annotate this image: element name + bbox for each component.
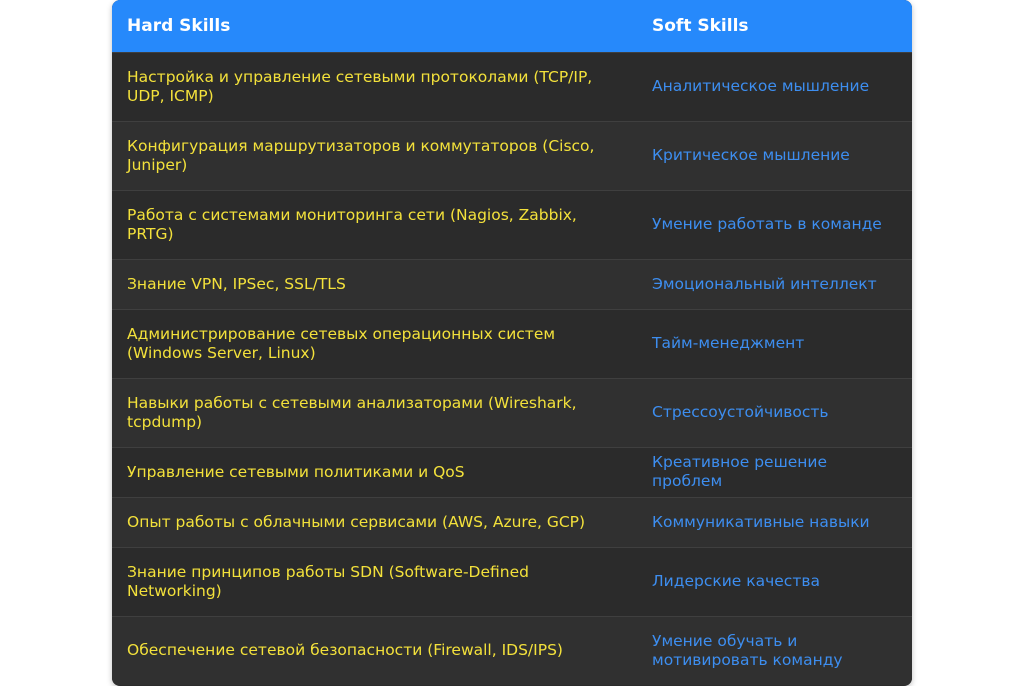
hard-skill-cell: Знание принципов работы SDN (Software-De… [127,562,529,600]
hard-skill-cell: Управление сетевыми политиками и QoS [127,462,465,481]
hard-skill-cell: Работа с системами мониторинга сети (Nag… [127,205,577,243]
table-row: Знание принципов работы SDN (Software-De… [112,547,912,616]
skills-table-card: Hard Skills Soft Skills Настройка и упра… [112,0,912,686]
hard-skill-cell: Настройка и управление сетевыми протокол… [127,67,593,105]
soft-skill-cell: Тайм-менеджмент [652,334,805,352]
soft-skill-cell: Эмоциональный интеллект [652,274,877,293]
soft-skill-cell: Критическое мышление [652,146,850,164]
skills-table: Hard Skills Soft Skills Настройка и упра… [112,0,912,685]
soft-skill-cell: Умение работать в команде [652,215,882,233]
table-row: Настройка и управление сетевыми протокол… [112,52,912,121]
soft-skill-cell: Лидерские качества [652,572,820,590]
table-row: Навыки работы с сетевыми анализаторами (… [112,378,912,447]
table-row: Работа с системами мониторинга сети (Nag… [112,190,912,259]
hard-skill-cell: Навыки работы с сетевыми анализаторами (… [127,393,577,431]
hard-skill-cell: Конфигурация маршрутизаторов и коммутато… [127,136,595,174]
table-row: Обеспечение сетевой безопасности (Firewa… [112,616,912,685]
table-row: Опыт работы с облачными сервисами (AWS, … [112,497,912,547]
soft-skill-cell: Креативное решение проблем [652,453,828,490]
soft-skill-cell: Аналитическое мышление [652,77,870,95]
table-row: Управление сетевыми политиками и QoS Кре… [112,447,912,497]
soft-skills-header: Soft Skills [652,15,749,36]
table-header-row: Hard Skills Soft Skills [112,0,912,52]
hard-skill-cell: Знание VPN, IPSec, SSL/TLS [127,274,346,293]
hard-skill-cell: Обеспечение сетевой безопасности (Firewa… [127,641,563,660]
table-row: Конфигурация маршрутизаторов и коммутато… [112,121,912,190]
hard-skill-cell: Опыт работы с облачными сервисами (AWS, … [127,512,586,531]
soft-skill-cell: Стрессоустойчивость [652,403,829,421]
soft-skill-cell: Коммуникативные навыки [652,512,870,531]
hard-skill-cell: Администрирование сетевых операционных с… [127,324,556,362]
hard-skills-header: Hard Skills [127,15,231,36]
table-row: Администрирование сетевых операционных с… [112,309,912,378]
soft-skill-cell: Умение обучать и мотивировать команду [652,631,843,669]
table-row: Знание VPN, IPSec, SSL/TLS Эмоциональный… [112,259,912,309]
